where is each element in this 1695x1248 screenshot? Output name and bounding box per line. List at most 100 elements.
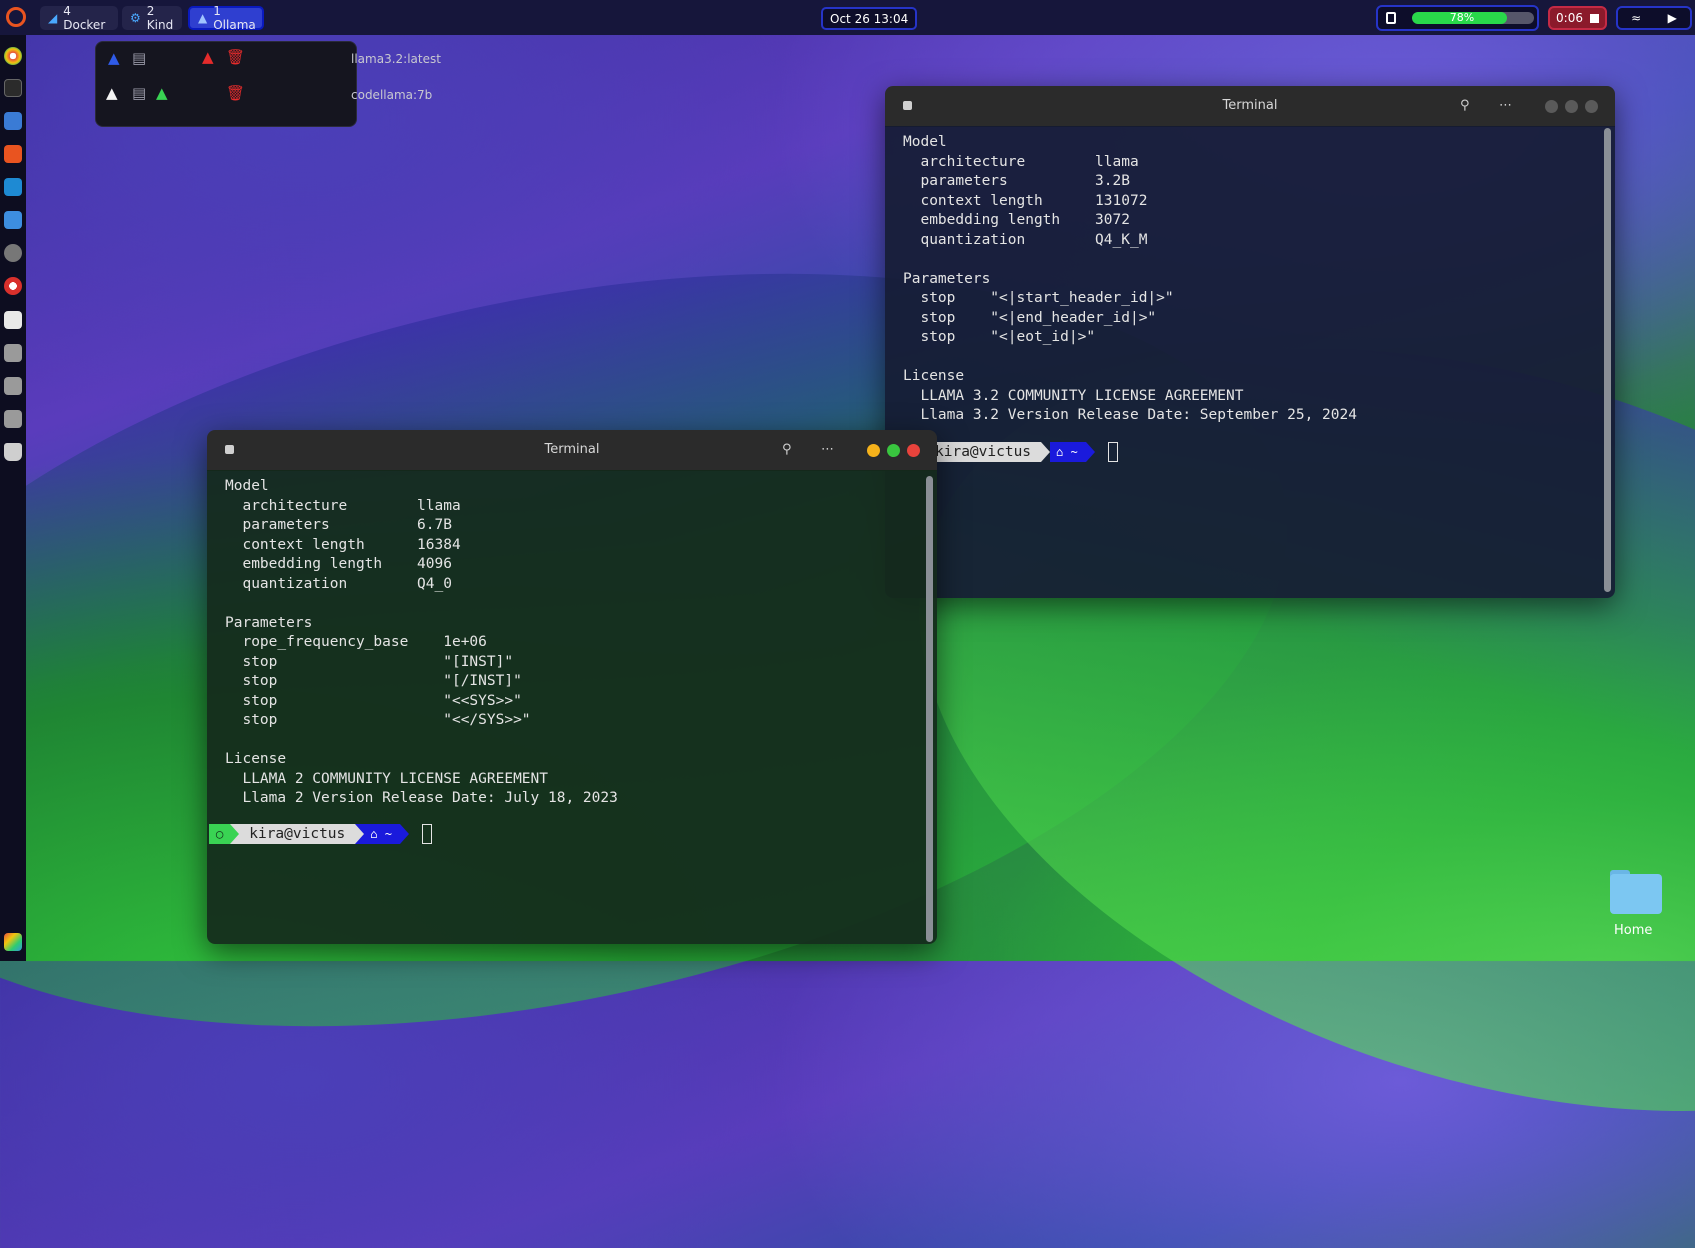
home-icon: ⌂: [370, 827, 385, 841]
battery-indicator[interactable]: 78%: [1376, 5, 1539, 31]
terminal-line: context length 131072: [903, 192, 1148, 209]
prompt-user: kira@victus: [239, 824, 356, 844]
home-folder-icon[interactable]: [1608, 870, 1662, 920]
ollama-run-icon[interactable]: ▲: [156, 84, 168, 102]
home-folder-label[interactable]: Home: [1614, 923, 1652, 938]
prompt-arrow: [1041, 442, 1051, 462]
info-icon[interactable]: ▤: [132, 49, 146, 67]
terminal-line: embedding length 4096: [225, 556, 452, 572]
home-icon: ⌂: [1056, 445, 1071, 459]
shell-prompt: ◯ kira@victus ⌂ ~: [209, 824, 432, 844]
terminal-line: LLAMA 3.2 COMMUNITY LICENSE AGREEMENT: [903, 387, 1244, 404]
more-icon[interactable]: ⋯: [1499, 98, 1512, 113]
terminal-line: Model: [225, 478, 269, 494]
workspace-kind[interactable]: ⚙ 2 Kind: [122, 4, 182, 32]
maximize-button[interactable]: [887, 444, 900, 457]
prompt-arrow: [1085, 442, 1095, 462]
maximize-button[interactable]: [1565, 100, 1578, 113]
recording-time: 0:06: [1556, 11, 1583, 25]
terminal-line: architecture llama: [225, 497, 461, 514]
ollama-icon[interactable]: ▲: [106, 84, 118, 102]
terminal-line: Parameters: [903, 270, 991, 287]
terminal-output[interactable]: Model architecture llama parameters 3.2B…: [885, 126, 1615, 598]
prompt-arrow: [230, 824, 240, 844]
ollama-icon[interactable]: ▲: [108, 49, 120, 67]
delete-icon[interactable]: 🗑: [226, 84, 245, 102]
battery-label: 78%: [1449, 11, 1475, 24]
terminal-window[interactable]: Terminal ⚲ ⋯ Model architecture llama pa…: [885, 86, 1615, 598]
os-icon: ◯: [209, 824, 231, 844]
top-bar: ◢ 4 Docker ⚙ 2 Kind ▲ 1 Ollama Oct 26 13…: [0, 0, 1695, 35]
terminal-line: embedding length 3072: [903, 212, 1130, 228]
extensions-icon[interactable]: [4, 211, 22, 229]
show-apps-icon[interactable]: [4, 933, 22, 951]
workspace-docker[interactable]: ◢ 4 Docker: [40, 4, 118, 32]
cursor: [421, 824, 432, 844]
search-icon[interactable]: ⚲: [1460, 98, 1470, 113]
terminal-window[interactable]: Terminal ⚲ ⋯ Model architecture llama pa…: [207, 430, 937, 944]
terminal-line: stop "<</SYS>>": [225, 712, 531, 728]
trash-icon[interactable]: [4, 443, 22, 461]
terminal-line: License: [903, 368, 965, 384]
recording-indicator[interactable]: 0:06: [1548, 6, 1607, 30]
model-item[interactable]: codellama:7b: [351, 88, 432, 102]
drive-icon[interactable]: [4, 377, 22, 395]
vscode-icon[interactable]: [4, 178, 22, 196]
clock[interactable]: Oct 26 13:04: [821, 7, 918, 30]
prompt-user: kira@victus: [925, 442, 1042, 462]
delete-icon[interactable]: 🗑: [226, 48, 245, 66]
settings-icon[interactable]: [4, 244, 22, 262]
terminal-line: parameters 6.7B: [225, 517, 452, 533]
terminal-icon[interactable]: [4, 79, 22, 97]
app-center-icon[interactable]: [4, 145, 22, 163]
terminal-line: parameters 3.2B: [903, 173, 1130, 189]
terminal-line: LLAMA 2 COMMUNITY LICENSE AGREEMENT: [225, 770, 549, 787]
volume-icon: ▶: [1667, 11, 1677, 25]
drive-icon[interactable]: [4, 410, 22, 428]
system-menu[interactable]: ≈ ▶: [1616, 6, 1692, 30]
ubuntu-logo-icon[interactable]: [6, 7, 26, 27]
terminal-line: stop "<|start_header_id|>": [903, 290, 1174, 306]
terminal-output[interactable]: Model architecture llama parameters 6.7B…: [207, 470, 937, 944]
prompt-dir: ⌂ ~: [1050, 442, 1086, 462]
terminal-titlebar[interactable]: Terminal ⚲ ⋯: [207, 430, 937, 471]
drive-icon[interactable]: [4, 344, 22, 362]
terminal-line: quantization Q4_K_M: [903, 231, 1148, 248]
workspace-ollama[interactable]: ▲ 1 Ollama: [188, 4, 264, 32]
chrome-icon[interactable]: [4, 47, 22, 65]
terminal-titlebar[interactable]: Terminal ⚲ ⋯: [885, 86, 1615, 127]
finder-icon[interactable]: [4, 112, 22, 130]
more-icon[interactable]: ⋯: [821, 442, 834, 457]
terminal-line: Model: [903, 134, 947, 150]
model-item[interactable]: llama3.2:latest: [351, 52, 441, 66]
ollama-icon: ▲: [198, 11, 208, 25]
close-button[interactable]: [907, 444, 920, 457]
minimize-button[interactable]: [1545, 100, 1558, 113]
terminal-line: License: [225, 751, 287, 767]
minimize-button[interactable]: [867, 444, 880, 457]
prompt-arrow: [355, 824, 365, 844]
text-editor-icon[interactable]: [4, 311, 22, 329]
ollama-stop-icon[interactable]: ▲: [202, 48, 214, 66]
docker-icon: ◢: [48, 11, 58, 25]
pokeball-icon[interactable]: [4, 277, 22, 295]
terminal-line: Llama 3.2 Version Release Date: Septembe…: [903, 407, 1357, 423]
terminal-line: Parameters: [225, 614, 313, 631]
kind-icon: ⚙: [130, 11, 141, 25]
terminal-line: stop "[/INST]": [225, 673, 522, 689]
terminal-line: stop "[INST]": [225, 653, 514, 670]
terminal-line: context length 16384: [225, 536, 461, 553]
close-button[interactable]: [1585, 100, 1598, 113]
cursor: [1107, 442, 1118, 462]
terminal-line: architecture llama: [903, 153, 1139, 170]
shell-prompt: kira@victus ⌂ ~: [925, 442, 1118, 462]
info-icon[interactable]: ▤: [132, 84, 146, 102]
search-icon[interactable]: ⚲: [782, 442, 792, 457]
scrollbar[interactable]: [926, 476, 933, 942]
stop-icon[interactable]: [1589, 13, 1599, 23]
dock: [0, 35, 26, 961]
scrollbar[interactable]: [1604, 128, 1611, 592]
terminal-line: Llama 2 Version Release Date: July 18, 2…: [225, 790, 618, 806]
terminal-line: stop "<|eot_id|>": [903, 329, 1096, 345]
battery-icon: [1386, 12, 1396, 24]
